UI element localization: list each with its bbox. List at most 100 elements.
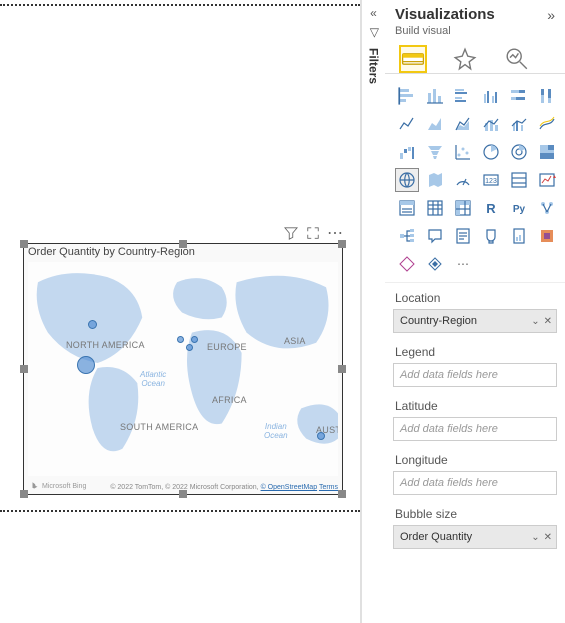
viz-line-clustered-column-icon[interactable] — [507, 112, 531, 136]
osm-link[interactable]: © OpenStreetMap — [261, 484, 318, 491]
bookmark-icon[interactable]: ◁ — [366, 28, 380, 37]
resize-handle[interactable] — [20, 490, 28, 498]
tab-analytics[interactable] — [503, 45, 531, 73]
bubble-size-well[interactable]: Order Quantity ⌄ ✕ — [393, 525, 557, 549]
viz-line-icon[interactable] — [395, 112, 419, 136]
latitude-placeholder: Add data fields here — [400, 423, 498, 435]
bubble-size-value: Order Quantity — [400, 531, 472, 543]
viz-multirow-card-icon[interactable] — [507, 168, 531, 192]
latitude-well[interactable]: Add data fields here — [393, 417, 557, 441]
resize-handle[interactable] — [338, 490, 346, 498]
viz-scatter-icon[interactable] — [451, 140, 475, 164]
data-bubble[interactable] — [317, 432, 325, 440]
remove-field-icon[interactable]: ✕ — [544, 532, 552, 543]
viz-arcgis-icon[interactable] — [423, 252, 447, 276]
viz-area-icon[interactable] — [423, 112, 447, 136]
data-bubble[interactable] — [186, 344, 193, 351]
visualizations-pane: Visualizations » Build visual — [385, 0, 565, 623]
resize-handle[interactable] — [20, 240, 28, 248]
viz-filled-map-icon[interactable] — [423, 168, 447, 192]
resize-handle[interactable] — [179, 490, 187, 498]
resize-handle[interactable] — [20, 365, 28, 373]
viz-qa-icon[interactable] — [423, 224, 447, 248]
longitude-well[interactable]: Add data fields here — [393, 471, 557, 495]
viz-stacked-bar-icon[interactable] — [395, 84, 419, 108]
resize-handle[interactable] — [179, 240, 187, 248]
map-attribution: © 2022 TomTom, © 2022 Microsoft Corporat… — [110, 484, 338, 491]
tab-format-visual[interactable] — [451, 45, 479, 73]
viz-clustered-column-icon[interactable] — [479, 84, 503, 108]
viz-treemap-icon[interactable] — [535, 140, 559, 164]
bing-logo-icon — [30, 481, 40, 491]
viz-funnel-icon[interactable] — [423, 140, 447, 164]
viz-100-stacked-column-icon[interactable] — [535, 84, 559, 108]
report-canvas[interactable]: ⋯ Order Quantity by Country-Region NORTH… — [0, 0, 361, 623]
viz-clustered-bar-icon[interactable] — [451, 84, 475, 108]
location-well[interactable]: Country-Region ⌄ ✕ — [393, 309, 557, 333]
collapse-pane-icon[interactable]: » — [547, 7, 555, 23]
chevron-down-icon[interactable]: ⌄ — [531, 316, 539, 327]
viz-power-apps-icon[interactable] — [535, 224, 559, 248]
viz-gauge-icon[interactable] — [451, 168, 475, 192]
filter-icon[interactable] — [284, 226, 298, 240]
continent-label: EUROPE — [207, 342, 247, 352]
focus-mode-icon[interactable] — [306, 226, 320, 240]
viz-paginated-report-icon[interactable] — [507, 224, 531, 248]
resize-handle[interactable] — [338, 240, 346, 248]
page-boundary-top — [0, 4, 360, 6]
viz-slicer-icon[interactable] — [395, 196, 419, 220]
viz-smart-narrative-icon[interactable] — [451, 224, 475, 248]
pane-subtitle: Build visual — [385, 25, 565, 37]
viz-line-stacked-column-icon[interactable] — [479, 112, 503, 136]
bubble-size-label: Bubble size — [385, 499, 565, 525]
terms-link[interactable]: Terms — [319, 484, 338, 491]
chevron-down-icon[interactable]: ⌄ — [531, 532, 539, 543]
field-wells: Location Country-Region ⌄✕ Legend Add da… — [385, 282, 565, 553]
longitude-label: Longitude — [385, 445, 565, 471]
viz-r-script-icon[interactable]: R — [479, 196, 503, 220]
data-bubble[interactable] — [177, 336, 184, 343]
svg-text:R: R — [486, 201, 496, 216]
viz-card-icon[interactable]: 123 — [479, 168, 503, 192]
viz-waterfall-icon[interactable] — [395, 140, 419, 164]
viz-key-influencers-icon[interactable] — [535, 196, 559, 220]
data-bubble[interactable] — [77, 356, 95, 374]
viz-stacked-area-icon[interactable] — [451, 112, 475, 136]
map-visual[interactable]: ⋯ Order Quantity by Country-Region NORTH… — [23, 243, 343, 495]
viz-get-more-icon[interactable]: ⋯ — [451, 252, 475, 276]
viz-matrix-icon[interactable] — [451, 196, 475, 220]
expand-filters-icon[interactable]: « — [370, 6, 377, 20]
viz-table-icon[interactable] — [423, 196, 447, 220]
legend-placeholder: Add data fields here — [400, 369, 498, 381]
viz-100-stacked-bar-icon[interactable] — [507, 84, 531, 108]
legend-well[interactable]: Add data fields here — [393, 363, 557, 387]
svg-text:123: 123 — [485, 178, 497, 185]
pane-tabs — [385, 37, 565, 74]
remove-field-icon[interactable]: ✕ — [544, 316, 552, 327]
location-label: Location — [385, 283, 565, 309]
viz-pie-icon[interactable] — [479, 140, 503, 164]
ocean-label: AtlanticOcean — [140, 370, 166, 388]
data-bubble[interactable] — [191, 336, 198, 343]
page-boundary-bottom — [0, 510, 360, 512]
viz-kpi-icon[interactable]: ▲ — [535, 168, 559, 192]
viz-goals-icon[interactable] — [479, 224, 503, 248]
viz-decomposition-tree-icon[interactable] — [395, 224, 419, 248]
viz-donut-icon[interactable] — [507, 140, 531, 164]
resize-handle[interactable] — [338, 365, 346, 373]
latitude-label: Latitude — [385, 391, 565, 417]
location-value: Country-Region — [400, 315, 477, 327]
pane-title: Visualizations — [395, 6, 495, 23]
more-options-icon[interactable]: ⋯ — [328, 226, 342, 240]
tab-build-visual[interactable] — [399, 45, 427, 73]
viz-ribbon-icon[interactable] — [535, 112, 559, 136]
map-area[interactable]: NORTH AMERICA SOUTH AMERICA EUROPE AFRIC… — [28, 262, 338, 476]
svg-text:▲: ▲ — [552, 174, 556, 180]
ocean-label: IndianOcean — [264, 422, 288, 440]
viz-power-automate-icon[interactable] — [395, 252, 419, 276]
filters-label[interactable]: Filters — [367, 48, 381, 84]
viz-stacked-column-icon[interactable] — [423, 84, 447, 108]
viz-map-icon[interactable] — [395, 168, 419, 192]
viz-python-icon[interactable]: Py — [507, 196, 531, 220]
data-bubble[interactable] — [88, 320, 97, 329]
